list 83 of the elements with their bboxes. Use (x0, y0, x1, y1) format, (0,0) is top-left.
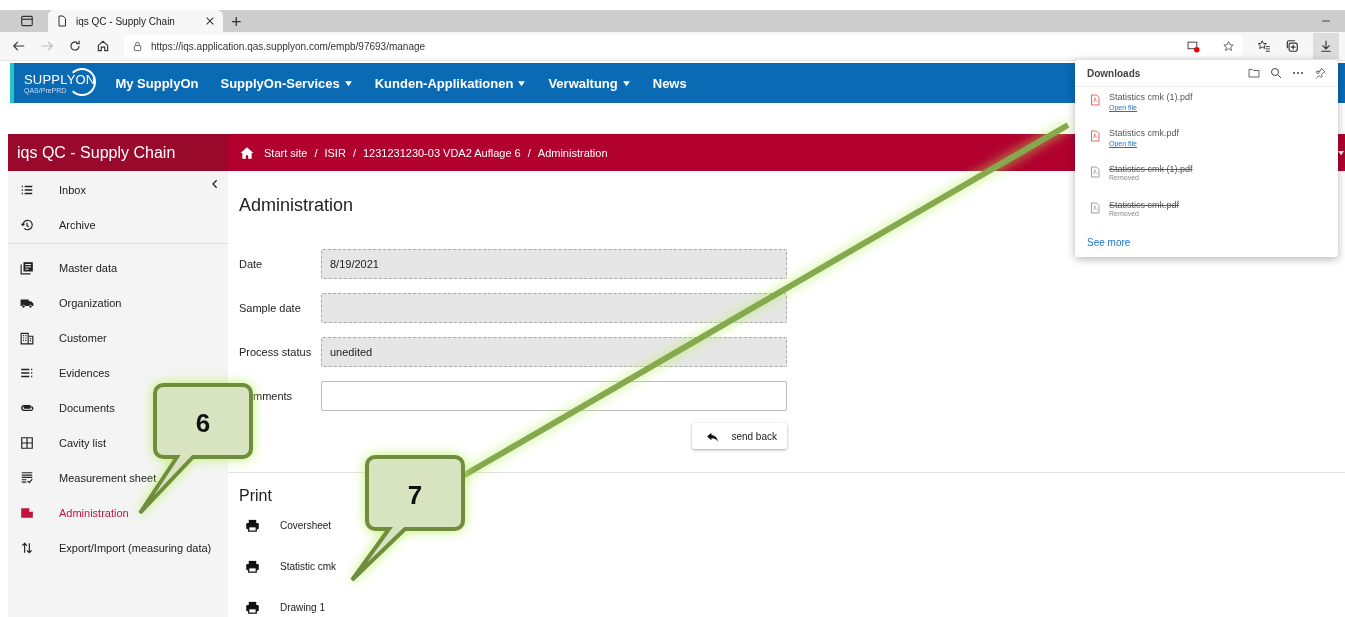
breadcrumb-link[interactable]: Administration (537, 146, 608, 159)
sidebar-item[interactable]: Evidences (8, 355, 114, 390)
sidebar-item[interactable]: Administration (8, 495, 133, 530)
history-icon (20, 217, 34, 232)
breadcrumb-separator: / (527, 146, 531, 159)
sidebar-item[interactable]: Export/Import (measuring data) (8, 530, 216, 565)
field-label: Date (239, 258, 264, 270)
nav-menu-item[interactable]: SupplyOn-Services (220, 75, 353, 91)
tab-title: iqs QC - Supply Chain (76, 15, 176, 27)
readonly-field: 8/19/2021 (321, 249, 787, 279)
nav-menu-item[interactable]: Verwaltung (548, 75, 631, 91)
field-label: mments (252, 390, 294, 402)
document-icon (20, 505, 34, 520)
pin-icon[interactable] (1314, 67, 1326, 79)
home-icon[interactable] (240, 145, 254, 160)
field-label: Process status (239, 346, 313, 358)
file-name: Statistics cmk.pdf (1109, 200, 1180, 210)
sidebar-item[interactable]: Cavity list (8, 425, 111, 460)
search-icon[interactable] (1270, 67, 1282, 79)
app-title: iqs QC - Supply Chain (8, 134, 228, 171)
add-favorite-icon[interactable] (1222, 39, 1235, 53)
url-text: https://iqs.application.qas.supplyon.com/empb/97693/manage (151, 40, 426, 52)
page-icon (56, 15, 68, 27)
sidebar-item[interactable]: Master data (8, 250, 122, 285)
readonly-field: unedited (321, 337, 787, 367)
pdf-file-icon (1089, 94, 1101, 106)
caret-icon[interactable] (1337, 149, 1345, 157)
pdf-file-icon (1089, 130, 1101, 142)
section-heading: Administration (239, 195, 354, 216)
breadcrumb-link[interactable]: 1231231230-03 VDA2 Auflage 6 (362, 146, 521, 159)
close-icon[interactable] (205, 16, 215, 26)
grid-icon (20, 435, 34, 450)
sidebar-item[interactable]: Measurement sheet (8, 460, 161, 495)
blocked-popup-icon[interactable] (1187, 39, 1200, 53)
file-name: Statistics cmk (1).pdf (1109, 164, 1193, 174)
breadcrumb-separator: / (314, 146, 318, 159)
print-link[interactable]: Drawing 1 (239, 587, 1345, 617)
document-stack-icon (20, 260, 34, 275)
building-icon (20, 330, 34, 345)
printer-icon (245, 518, 260, 533)
collapse-icon[interactable] (210, 179, 220, 189)
see-more-link[interactable]: See more (1087, 237, 1326, 248)
sidebar-item[interactable]: Documents (8, 390, 119, 425)
file-name: Statistics cmk.pdf (1109, 128, 1180, 138)
print-link[interactable]: Statistic cmk (239, 546, 1345, 587)
reload-icon[interactable] (68, 39, 82, 53)
nav-menu-item[interactable]: My SupplyOn (115, 75, 199, 91)
nav-menu-item[interactable]: News (652, 75, 687, 91)
caret-icon (517, 78, 527, 88)
field-label: Sample date (239, 302, 302, 314)
sidebar-item[interactable]: Customer (8, 320, 111, 355)
tab-actions-icon[interactable] (20, 14, 34, 28)
folder-icon[interactable] (1248, 67, 1260, 79)
new-tab-button[interactable]: + (227, 12, 246, 32)
collections-icon[interactable] (1285, 39, 1299, 53)
back-icon[interactable] (12, 39, 26, 53)
caret-icon (343, 78, 353, 88)
caret-icon (621, 78, 631, 88)
input-field[interactable] (321, 381, 787, 411)
sidebar-item[interactable]: Inbox (8, 172, 90, 207)
sidebar-item[interactable]: Archive (8, 207, 100, 242)
browser-tab[interactable]: iqs QC - Supply Chain (48, 10, 223, 32)
breadcrumb-link[interactable]: Start site (264, 146, 308, 159)
download-icon[interactable] (1313, 33, 1339, 59)
favorites-icon[interactable] (1257, 39, 1271, 53)
printer-icon (245, 559, 260, 574)
callout-number: 6 (195, 408, 211, 438)
address-bar[interactable]: https://iqs.application.qas.supplyon.com/empb/97693/manage (124, 35, 1243, 57)
checklist-icon (20, 470, 34, 485)
printer-icon (245, 600, 260, 615)
panel-title: Downloads (1087, 67, 1142, 79)
home-icon[interactable] (96, 39, 110, 53)
nav-menu-item[interactable]: Kunden-Applikationen (374, 75, 527, 91)
pdf-file-icon (1089, 202, 1101, 214)
pdf-file-icon (1089, 166, 1101, 178)
breadcrumb-link[interactable]: ISIR (324, 146, 346, 159)
section-heading: Print (239, 487, 272, 505)
file-name: Statistics cmk (1).pdf (1109, 92, 1193, 102)
breadcrumb-separator: / (352, 146, 356, 159)
send-back-button[interactable]: send back (692, 423, 787, 449)
sidebar-item[interactable]: Organization (8, 285, 126, 320)
sort-arrows-icon (20, 540, 34, 555)
lock-icon (132, 40, 143, 52)
